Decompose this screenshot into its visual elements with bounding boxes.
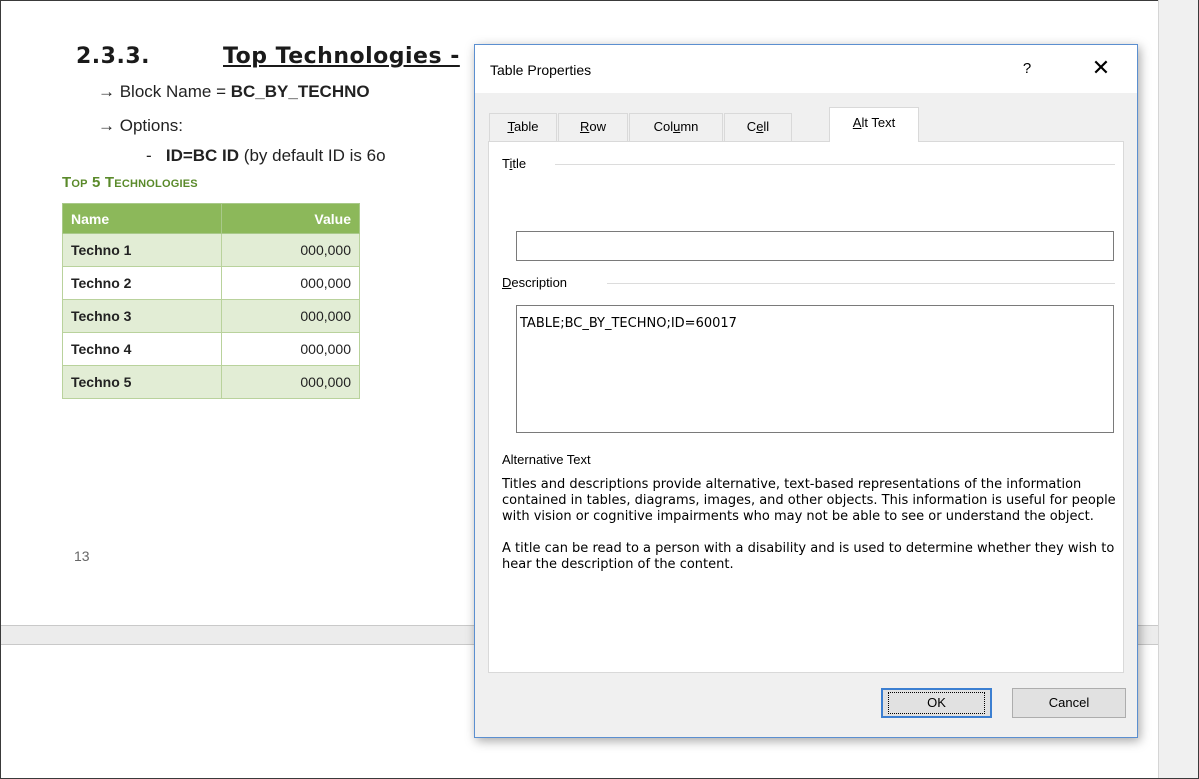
- table-row: Techno 2 000,000: [62, 266, 361, 300]
- ok-button[interactable]: OK: [881, 688, 992, 718]
- alternative-text-heading: Alternative Text: [502, 452, 591, 467]
- header-value: Value: [220, 203, 361, 234]
- alt-text-panel: Title Description TABLE;BC_BY_TECHNO;ID=…: [488, 141, 1124, 673]
- alternative-text-help: Titles and descriptions provide alternat…: [502, 477, 1117, 573]
- table-row: Techno 1 000,000: [62, 233, 361, 267]
- dialog-titlebar[interactable]: Table Properties ? ✕: [475, 45, 1137, 93]
- tab-column[interactable]: Column: [629, 113, 723, 141]
- tab-alt-text[interactable]: Alt Text: [829, 107, 919, 142]
- table-properties-dialog: Table Properties ? ✕ Table Row Column Ce…: [474, 44, 1138, 738]
- option-id-line: - ID=BC ID (by default ID is 6o: [146, 146, 386, 166]
- table-header-row: Name Value: [62, 203, 361, 234]
- help-paragraph-1: Titles and descriptions provide alternat…: [502, 477, 1116, 524]
- option-id-rest: (by default ID is 6o: [239, 146, 386, 165]
- option-id-bold: ID=BC ID: [165, 146, 240, 165]
- block-name-line: → Block Name = BC_BY_TECHNO: [98, 82, 370, 102]
- cancel-button[interactable]: Cancel: [1012, 688, 1126, 718]
- page-number: 13: [74, 548, 90, 564]
- section-title: Top Technologies -: [223, 44, 460, 69]
- dialog-title: Table Properties: [490, 62, 592, 78]
- options-label: → Options:: [98, 116, 184, 135]
- cell-value: 000,000: [220, 365, 361, 399]
- cell-value: 000,000: [220, 233, 361, 267]
- cell-name: Techno 3: [62, 299, 222, 333]
- options-line: → Options:: [98, 116, 183, 136]
- cell-value: 000,000: [220, 266, 361, 300]
- table-row: Techno 5 000,000: [62, 365, 361, 399]
- cell-value: 000,000: [220, 299, 361, 333]
- option-dash: -: [146, 146, 152, 165]
- tab-cell[interactable]: Cell: [724, 113, 792, 141]
- cell-name: Techno 1: [62, 233, 222, 267]
- cell-name: Techno 2: [62, 266, 222, 300]
- table-title: Top 5 Technologies: [62, 174, 198, 191]
- description-group-line: [607, 283, 1115, 284]
- title-group-line: [555, 164, 1115, 165]
- help-button[interactable]: ?: [1015, 57, 1039, 81]
- tab-table[interactable]: Table: [489, 113, 557, 141]
- description-label: Description: [502, 275, 574, 290]
- description-textarea[interactable]: TABLE;BC_BY_TECHNO;ID=60017: [516, 305, 1114, 433]
- cell-name: Techno 4: [62, 332, 222, 366]
- block-name-label: → Block Name =: [98, 82, 231, 101]
- technologies-table: Name Value Techno 1 000,000 Techno 2 000…: [62, 203, 361, 399]
- document-margin-right: [1158, 0, 1198, 778]
- ok-button-label: OK: [888, 692, 985, 714]
- table-row: Techno 3 000,000: [62, 299, 361, 333]
- header-name: Name: [62, 203, 222, 234]
- section-number: 2.3.3.: [76, 44, 150, 69]
- title-label: Title: [502, 156, 533, 171]
- section-heading: 2.3.3. Top Technologies -: [76, 44, 460, 69]
- tab-row[interactable]: Row: [558, 113, 628, 141]
- close-button[interactable]: ✕: [1087, 55, 1115, 83]
- table-row: Techno 4 000,000: [62, 332, 361, 366]
- cell-name: Techno 5: [62, 365, 222, 399]
- help-paragraph-2: A title can be read to a person with a d…: [502, 541, 1115, 572]
- title-input[interactable]: [516, 231, 1114, 261]
- block-name-value: BC_BY_TECHNO: [230, 82, 370, 101]
- cell-value: 000,000: [220, 332, 361, 366]
